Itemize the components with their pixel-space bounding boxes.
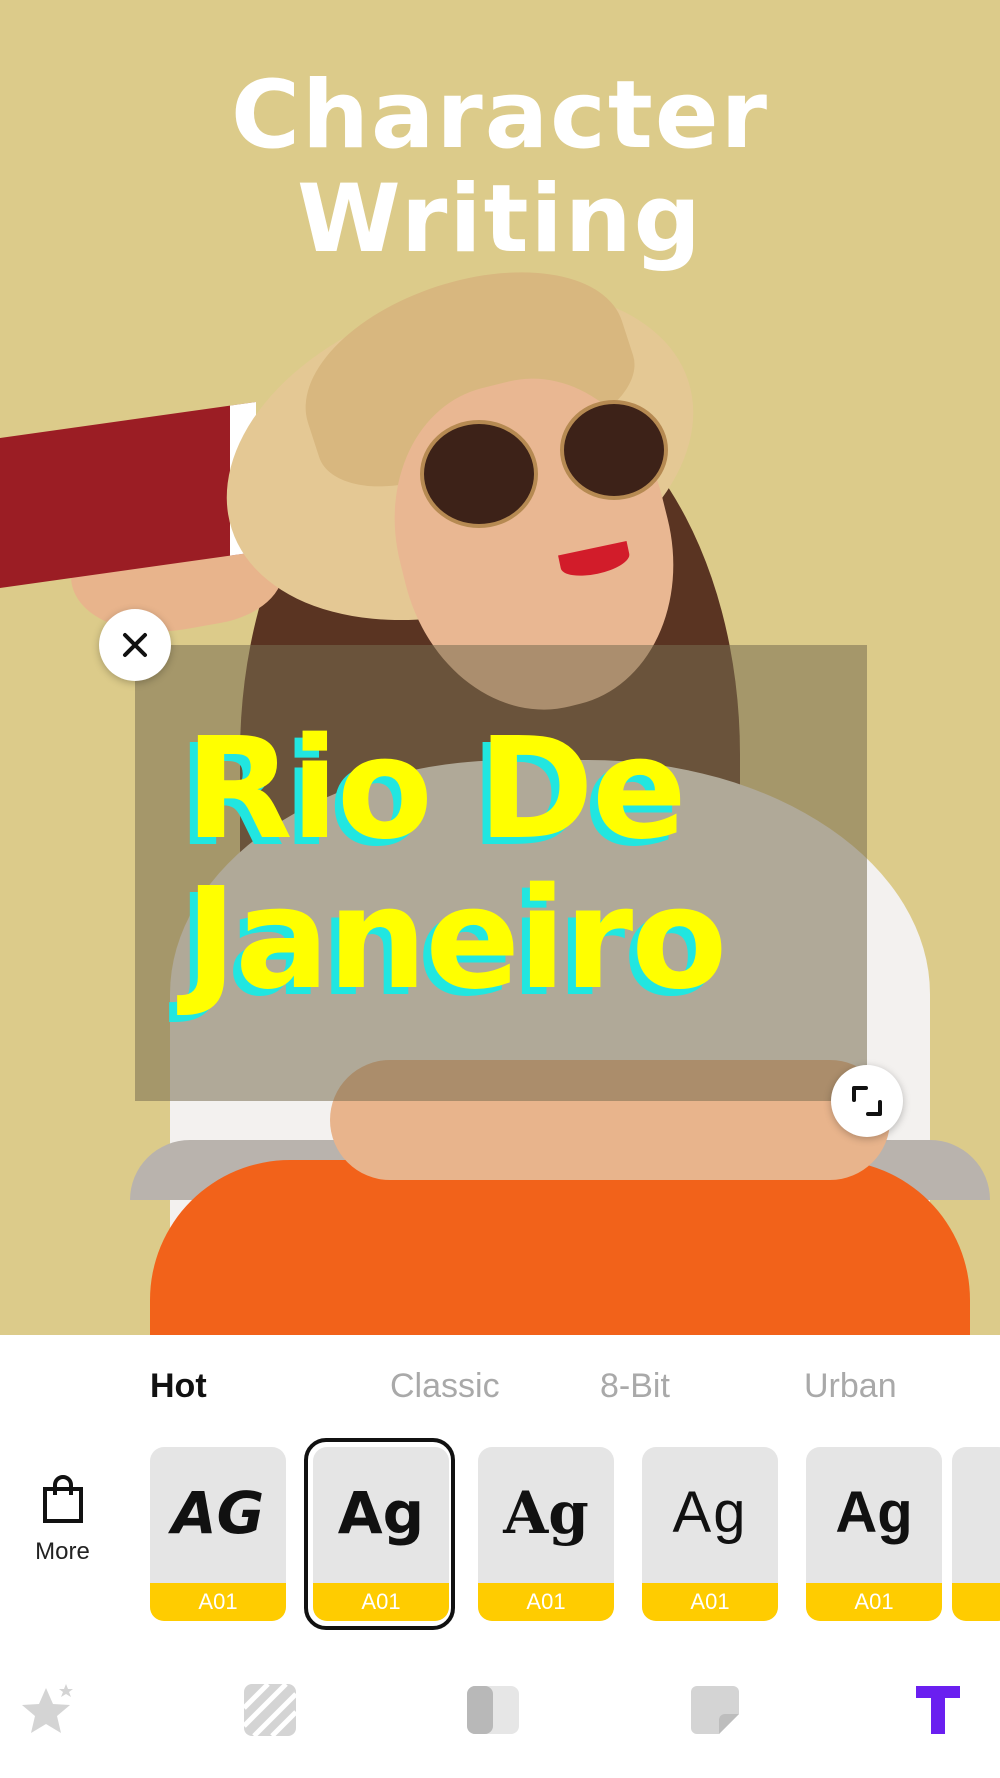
pattern-tool-button[interactable]: [240, 1680, 300, 1740]
tab-classic[interactable]: Classic: [390, 1367, 500, 1406]
font-preview: Ag: [503, 1479, 589, 1547]
text-icon: [916, 1686, 960, 1734]
tab-hot[interactable]: Hot: [150, 1367, 207, 1406]
font-code: A01: [806, 1583, 942, 1621]
sticker-tool-button[interactable]: [20, 1680, 80, 1740]
font-preview: AG: [171, 1479, 265, 1547]
text-tool-button[interactable]: [908, 1680, 968, 1740]
font-code: A01: [478, 1583, 614, 1621]
photo-sunglasses-left: [420, 420, 538, 528]
resize-icon: [852, 1086, 882, 1116]
tab-8-bit[interactable]: 8-Bit: [600, 1367, 670, 1406]
sticker-peel-tool-button[interactable]: [685, 1680, 745, 1740]
delete-text-button[interactable]: [99, 609, 171, 681]
font-card-partial[interactable]: [952, 1447, 1000, 1621]
text-overlay-line-2: Janeiro: [185, 858, 727, 1021]
close-icon: [123, 633, 147, 657]
sticker-icon: [691, 1686, 739, 1734]
text-overlay-line-1: Rio De: [185, 708, 687, 871]
photo-sunglasses-right: [560, 400, 668, 500]
filter-icon: [467, 1686, 519, 1734]
text-overlay[interactable]: Rio De Janeiro: [185, 715, 885, 1015]
photo-canvas[interactable]: Character Writing Rio De Janeiro: [0, 0, 1000, 1335]
filter-tool-button[interactable]: [463, 1680, 523, 1740]
star-sticker-icon: [22, 1684, 73, 1733]
font-preview: Ag: [672, 1480, 748, 1545]
font-code: A01: [642, 1583, 778, 1621]
font-card[interactable]: Ag A01: [642, 1447, 778, 1621]
font-card[interactable]: Ag A01: [806, 1447, 942, 1621]
font-code-partial: [952, 1583, 1000, 1621]
font-card[interactable]: Ag A01: [478, 1447, 614, 1621]
more-label: More: [35, 1538, 90, 1565]
font-card[interactable]: AG A01: [150, 1447, 286, 1621]
font-code: A01: [150, 1583, 286, 1621]
pattern-icon: [242, 1682, 298, 1738]
more-button[interactable]: More: [20, 1475, 105, 1566]
headline-line-2: Writing: [297, 165, 703, 274]
headline-line-1: Character: [231, 61, 769, 170]
resize-text-button[interactable]: [831, 1065, 903, 1137]
font-preview: Ag: [835, 1480, 913, 1545]
selected-font-highlight: [304, 1438, 455, 1630]
shopping-bag-icon: [42, 1475, 83, 1523]
headline: Character Writing: [0, 64, 1000, 272]
photo-suitcase: [150, 1160, 970, 1335]
text-overlay-box[interactable]: Rio De Janeiro: [135, 645, 867, 1101]
tab-urban[interactable]: Urban: [804, 1367, 897, 1406]
